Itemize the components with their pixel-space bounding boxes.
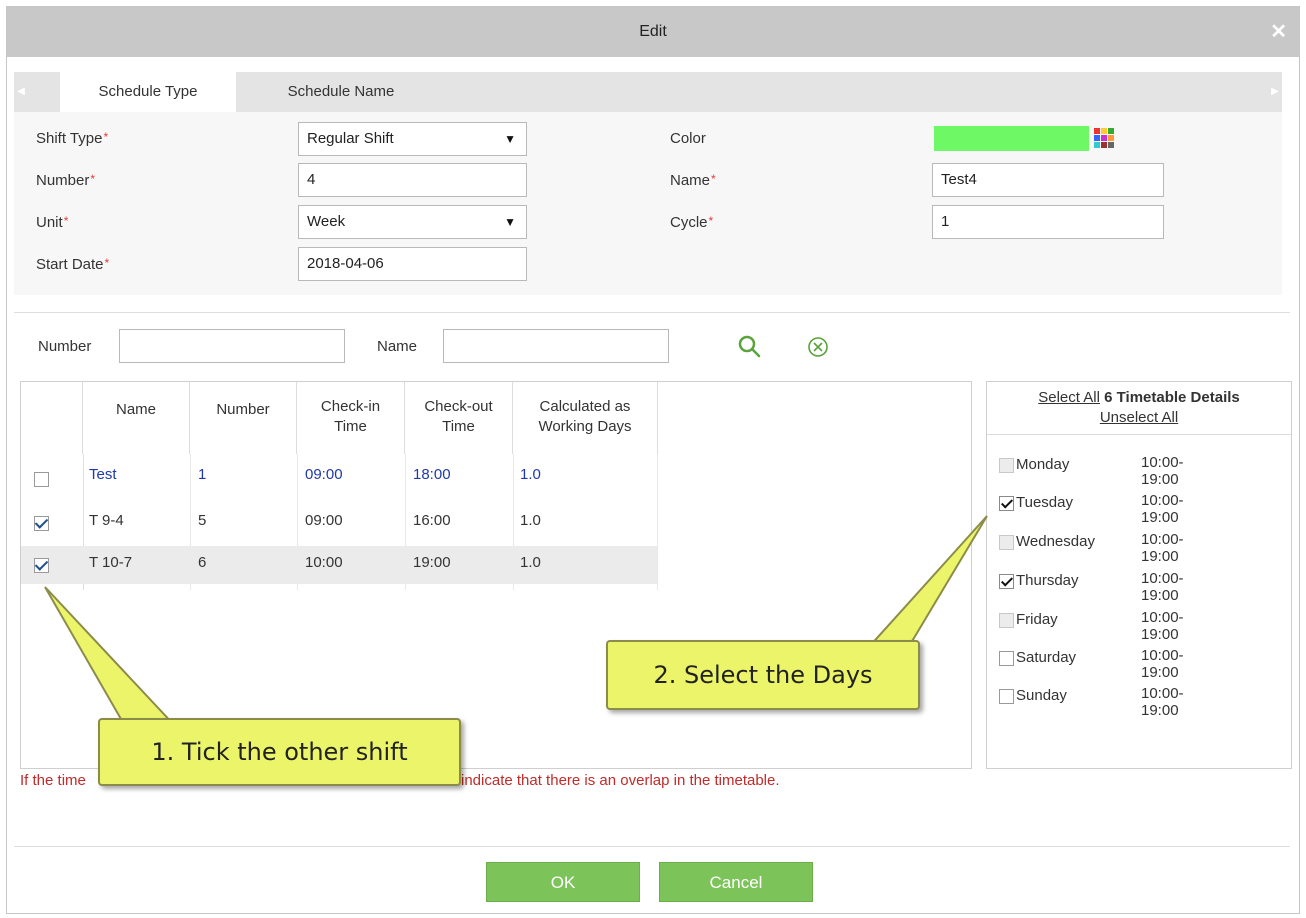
callout-select-days: 2. Select the Days	[606, 640, 920, 710]
callout-2-pointer	[865, 515, 988, 649]
callout-1-pointer	[44, 586, 178, 727]
callout-tick-shift: 1. Tick the other shift	[98, 718, 461, 786]
